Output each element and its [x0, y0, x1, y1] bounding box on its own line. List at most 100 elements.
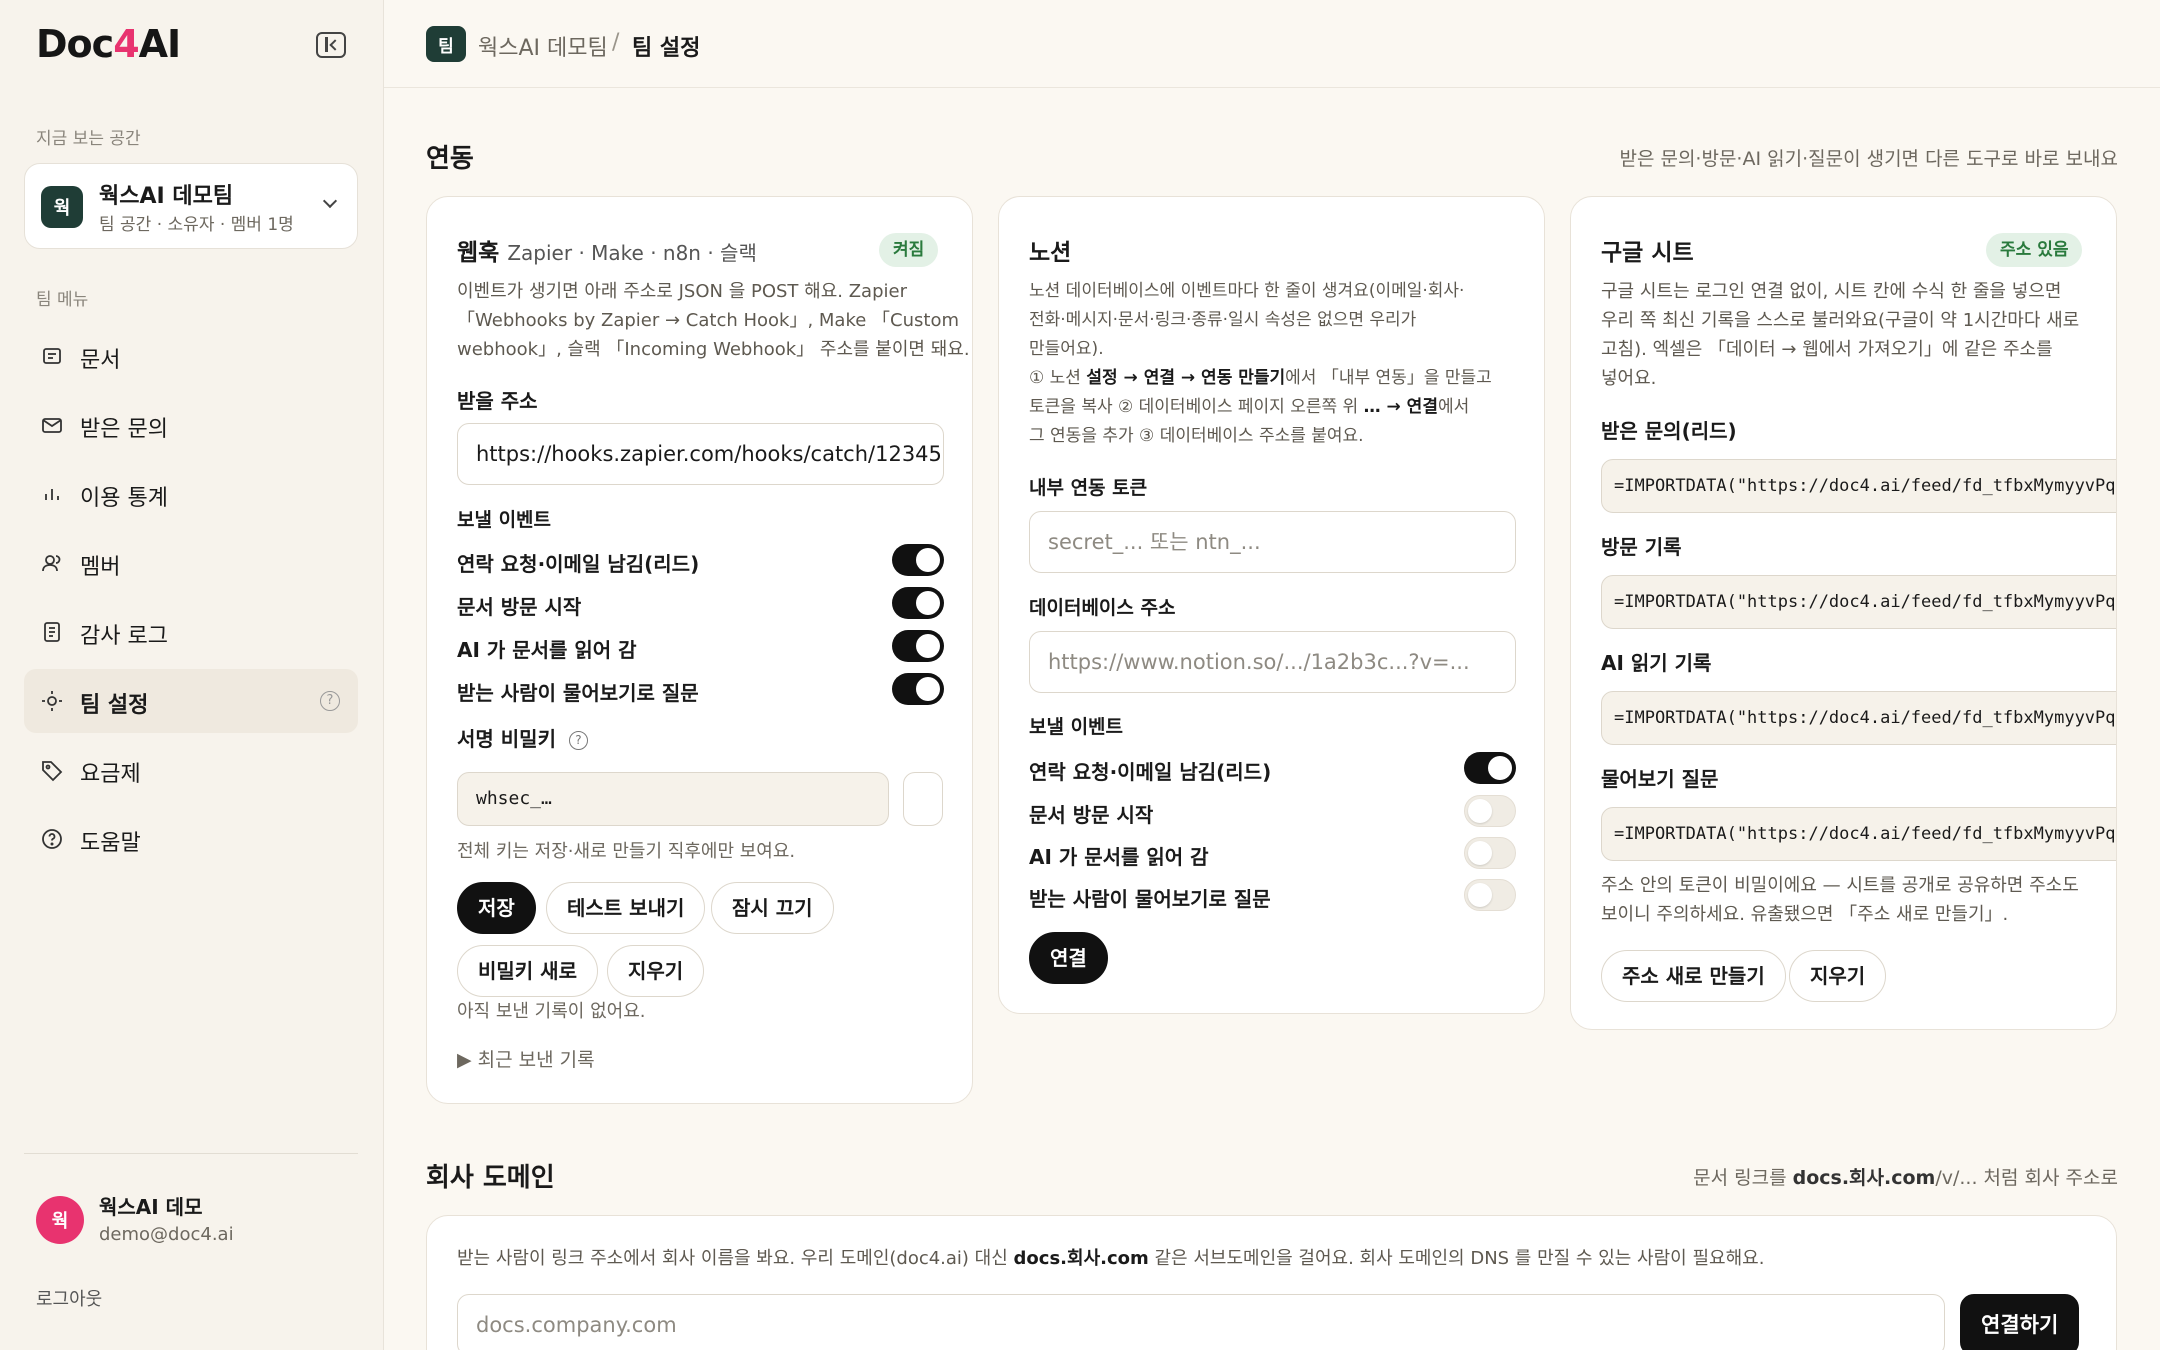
event-toggle[interactable] — [892, 587, 944, 619]
status-badge: 주소 있음 — [1986, 233, 2083, 267]
webhook-url-input[interactable]: https://hooks.zapier.com/hooks/catch/123… — [457, 423, 944, 485]
notion-db-input[interactable]: https://www.notion.so/.../1a2b3c...?v=..… — [1029, 631, 1516, 693]
sidebar-item-team-settings[interactable]: 팀 설정 ? — [24, 669, 358, 733]
sidebar-collapse-icon[interactable] — [316, 32, 346, 58]
domain-desc: 받는 사람이 링크 주소에서 회사 이름을 봐요. 우리 도메인(doc4.ai… — [457, 1248, 1765, 1269]
event-toggle[interactable] — [892, 673, 944, 705]
pause-button[interactable]: 잠시 끄기 — [711, 882, 834, 934]
page-title: 팀 설정 — [632, 36, 701, 61]
notion-step-line: ① 노션 설정 → 연결 → 연동 만들기에서 「내부 연동」을 만들고 — [1029, 368, 1492, 388]
team-badge: 팀 — [426, 26, 466, 62]
event-row: 문서 방문 시작 — [457, 587, 944, 621]
event-row: 받는 사람이 물어보기로 질문 — [1029, 879, 1516, 913]
notion-title: 노션 — [1029, 240, 1072, 266]
event-row: AI 가 문서를 읽어 감 — [457, 630, 944, 664]
sidebar-item-help[interactable]: 도움말 — [24, 807, 358, 871]
section-desc-integrations: 받은 문의·방문·AI 읽기·질문이 생기면 다른 도구로 바로 보내요 — [1619, 148, 2118, 170]
sidebar-item-inbox[interactable]: 받은 문의 — [24, 393, 358, 457]
menu-label: 팀 메뉴 — [36, 290, 89, 310]
sidebar-divider — [24, 1153, 358, 1154]
breadcrumb: 팀 웍스AI 데모팀 / 팀 설정 — [384, 0, 2160, 88]
workspace-sub: 팀 공간 · 소유자 · 멤버 1명 — [99, 215, 294, 235]
regen-url-button[interactable]: 주소 새로 만들기 — [1601, 950, 1786, 1002]
sheets-desc: 구글 시트는 로그인 연결 없이, 시트 칸에 수식 한 줄을 넣으면 우리 쪽… — [1601, 281, 2080, 389]
formula-field[interactable]: =IMPORTDATA("https://doc4.ai/feed/fd_tfb… — [1601, 691, 2116, 745]
notion-token-input[interactable]: secret_... 또는 ntn_... — [1029, 511, 1516, 573]
chevron-down-icon — [322, 193, 338, 209]
help-icon[interactable]: ? — [568, 731, 588, 750]
feed-label: 방문 기록 — [1601, 535, 1682, 559]
logo[interactable]: Doc4AI — [36, 22, 181, 66]
workspace-label: 지금 보는 공간 — [36, 129, 141, 149]
user-email: demo@doc4.ai — [99, 1224, 234, 1245]
sidebar-item-label: 팀 설정 — [80, 693, 149, 718]
events-label: 보낼 이벤트 — [1029, 716, 1124, 738]
section-title-integrations: 연동 — [426, 144, 474, 174]
event-row: 받는 사람이 물어보기로 질문 — [457, 673, 944, 707]
help-icon[interactable]: ? — [320, 691, 340, 711]
mail-icon — [42, 418, 62, 433]
notion-steps: ① 노션 설정 → 연결 → 연동 만들기에서 「내부 연동」을 만들고토큰을 … — [1029, 364, 1492, 451]
user-name: 웍스AI 데모 — [99, 1195, 203, 1219]
audit-log-icon — [44, 622, 60, 642]
event-row: 연락 요청·이메일 남김(리드) — [457, 544, 944, 578]
sidebar-item-documents[interactable]: 문서 — [24, 324, 358, 388]
sheets-title: 구글 시트 — [1601, 240, 1694, 266]
notion-step-line: 그 연동을 추가 ③ 데이터베이스 주소를 붙여요. — [1029, 426, 1364, 446]
formula-field[interactable]: =IMPORTDATA("https://doc4.ai/feed/fd_tfb… — [1601, 807, 2116, 861]
sidebar-item-pricing[interactable]: 요금제 — [24, 738, 358, 802]
webhook-card: 웹훅 Zapier · Make · n8n · 슬랙 켜짐 이벤트가 생기면 … — [426, 196, 973, 1104]
webhook-desc: 이벤트가 생기면 아래 주소로 JSON 을 POST 해요. Zapier 「… — [457, 281, 970, 360]
secret-field[interactable]: whsec_… — [457, 772, 889, 826]
sidebar-item-label: 감사 로그 — [80, 624, 168, 649]
section-title-domain: 회사 도메인 — [426, 1163, 555, 1193]
formula-field[interactable]: =IMPORTDATA("https://doc4.ai/feed/fd_tfb… — [1601, 575, 2116, 629]
token-label: 내부 연동 토큰 — [1029, 477, 1148, 499]
logout-link[interactable]: 로그아웃 — [36, 1285, 102, 1311]
domain-card: 받는 사람이 링크 주소에서 회사 이름을 봐요. 우리 도메인(doc4.ai… — [426, 1215, 2117, 1350]
document-icon — [43, 348, 61, 364]
event-toggle[interactable] — [892, 544, 944, 576]
breadcrumb-workspace[interactable]: 웍스AI 데모팀 — [478, 30, 608, 62]
sidebar-item-label: 받은 문의 — [80, 417, 168, 442]
domain-input[interactable]: docs.company.com — [457, 1294, 1945, 1350]
event-toggle[interactable] — [1464, 837, 1516, 869]
copy-button[interactable] — [903, 772, 943, 826]
members-icon — [42, 555, 61, 572]
no-history-text: 아직 보낸 기록이 없어요. — [457, 1001, 646, 1022]
avatar[interactable]: 웍 — [36, 1196, 84, 1244]
delete-button[interactable]: 지우기 — [1789, 950, 1887, 1002]
formula-field[interactable]: =IMPORTDATA("https://doc4.ai/feed/fd_tfb… — [1601, 459, 2116, 513]
event-toggle[interactable] — [1464, 752, 1516, 784]
sidebar-item-stats[interactable]: 이용 통계 — [24, 462, 358, 526]
save-button[interactable]: 저장 — [457, 882, 536, 934]
google-sheets-card: 구글 시트 주소 있음 구글 시트는 로그인 연결 없이, 시트 칸에 수식 한… — [1570, 196, 2117, 1030]
feed-label: 물어보기 질문 — [1601, 767, 1719, 791]
sidebar: Doc4AI 지금 보는 공간 웍 웍스AI 데모팀 팀 공간 · 소유자 · … — [0, 0, 384, 1350]
workspace-switcher[interactable]: 웍 웍스AI 데모팀 팀 공간 · 소유자 · 멤버 1명 — [24, 163, 358, 249]
event-toggle[interactable] — [892, 630, 944, 662]
breadcrumb-separator: / — [612, 30, 620, 55]
notion-step-line: 토큰을 복사 ② 데이터베이스 페이지 오른쪽 위 … → 연결에서 — [1029, 397, 1470, 417]
event-row: 문서 방문 시작 — [1029, 795, 1516, 829]
event-toggle[interactable] — [1464, 879, 1516, 911]
sidebar-item-members[interactable]: 멤버 — [24, 531, 358, 595]
sidebar-item-label: 멤버 — [80, 555, 121, 580]
test-send-button[interactable]: 테스트 보내기 — [546, 882, 706, 934]
sidebar-item-label: 요금제 — [80, 762, 141, 787]
history-toggle[interactable]: ▶ 최근 보낸 기록 — [457, 1045, 595, 1072]
feed-label: 받은 문의(리드) — [1601, 419, 1737, 443]
event-toggle[interactable] — [1464, 795, 1516, 827]
bar-chart-icon — [45, 489, 59, 500]
connect-button[interactable]: 연결 — [1029, 932, 1108, 984]
settings-icon — [42, 691, 62, 711]
secret-label: 서명 비밀키 ? — [457, 723, 588, 752]
sidebar-item-audit-log[interactable]: 감사 로그 — [24, 600, 358, 664]
event-row: 연락 요청·이메일 남김(리드) — [1029, 752, 1516, 786]
regen-secret-button[interactable]: 비밀키 새로 — [457, 945, 598, 997]
workspace-name: 웍스AI 데모팀 — [99, 184, 234, 209]
help-icon — [42, 829, 62, 849]
delete-button[interactable]: 지우기 — [607, 945, 705, 997]
sheets-warning: 주소 안의 토큰이 비밀이에요 — 시트를 공개로 공유하면 주소도 보이니 주… — [1601, 875, 2079, 925]
connect-domain-button[interactable]: 연결하기 — [1960, 1294, 2080, 1350]
